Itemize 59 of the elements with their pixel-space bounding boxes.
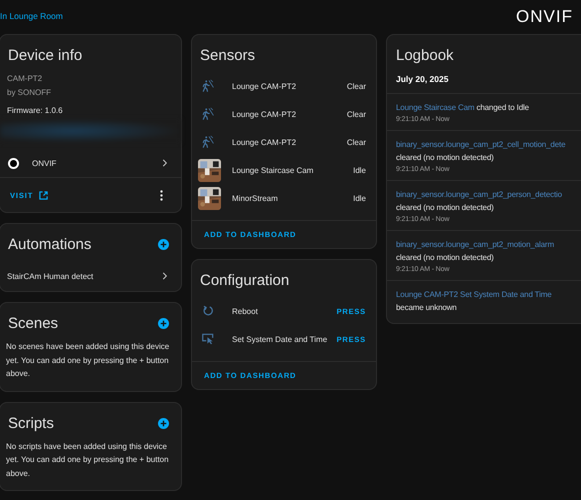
walking-person-icon	[201, 135, 215, 149]
external-link-icon	[39, 190, 48, 200]
device-manufacturer: by SONOFF	[6, 87, 52, 99]
more-menu-icon[interactable]	[160, 190, 163, 200]
card-title: Configuration	[200, 272, 290, 289]
chevron-right-icon	[162, 159, 167, 167]
card-title: Automations	[8, 236, 92, 253]
automation-row[interactable]: StairCAm Human detect	[0, 261, 181, 291]
log-message: cleared (no motion detected)	[396, 253, 494, 262]
add-button[interactable]	[158, 239, 169, 250]
entity-name: Reboot	[232, 306, 259, 316]
sensor-row[interactable]: Lounge CAM-PT2 Clear	[192, 72, 376, 100]
log-message: changed to Idle	[476, 103, 529, 112]
entity-name: MinorStream	[232, 194, 279, 202]
sensor-row[interactable]: Lounge CAM-PT2 Clear	[192, 128, 376, 156]
walking-person-icon	[201, 79, 215, 93]
entity-name: Lounge Staircase Cam	[232, 166, 314, 174]
brand-logo: ONVIF	[516, 7, 573, 27]
log-message: cleared (no motion detected)	[396, 203, 494, 212]
entity-link[interactable]: Lounge CAM-PT2 Set System Date and Time	[396, 290, 552, 299]
card-title: Logbook	[396, 47, 454, 64]
automation-name: StairCAm Human detect	[7, 272, 94, 280]
card-title: Scenes	[8, 315, 58, 332]
entity-link[interactable]: binary_sensor.lounge_cam_pt2_cell_motion_dete	[396, 140, 566, 149]
area-link[interactable]: In Lounge Room	[0, 11, 63, 21]
integration-row[interactable]: ONVIF	[0, 149, 181, 178]
entity-state: Clear	[346, 82, 366, 90]
entity-name: Lounge CAM-PT2	[232, 82, 298, 90]
card-title: Scripts	[8, 414, 54, 432]
firmware-version: Firmware: 1.0.6	[6, 105, 64, 115]
add-button[interactable]	[158, 318, 169, 329]
log-message: became unknown	[396, 303, 457, 312]
restart-icon	[201, 304, 215, 318]
device-model: CAM-PT2	[6, 73, 44, 85]
card-title: Sensors	[200, 47, 256, 64]
monitor-touch-icon	[201, 332, 215, 346]
entity-link[interactable]: Lounge Staircase Cam	[396, 103, 474, 112]
entity-link[interactable]: binary_sensor.lounge_cam_pt2_motion_alarm	[396, 240, 554, 249]
sensor-row[interactable]: Lounge CAM-PT2 Clear	[192, 100, 376, 128]
entity-state: Idle	[353, 194, 366, 202]
log-message: cleared (no motion detected)	[396, 153, 494, 162]
empty-message: No scripts have been added using this device yet. You can add one by pressing the + button above.	[5, 440, 170, 480]
entity-state: Clear	[346, 110, 366, 118]
sensor-row[interactable]: Lounge Staircase Cam Idle	[192, 156, 376, 184]
empty-message: No scenes have been added using this device yet. You can add one by pressing the + button above.	[5, 341, 170, 380]
entity-name: Lounge CAM-PT2	[232, 110, 298, 118]
sensor-row[interactable]: MinorStream Idle	[192, 184, 376, 212]
entity-name: Lounge CAM-PT2	[232, 138, 298, 146]
integration-name: ONVIF	[32, 158, 58, 168]
chevron-right-icon	[162, 272, 167, 280]
entity-name: Set System Date and Time	[232, 334, 328, 344]
date-heading: July 20, 2025	[387, 72, 581, 94]
card-title: Device info	[8, 47, 82, 64]
entity-link[interactable]: binary_sensor.lounge_cam_pt2_person_detectio	[396, 190, 562, 199]
entity-state: Clear	[346, 138, 366, 146]
walking-person-icon	[201, 107, 215, 121]
entity-state: Idle	[353, 166, 366, 174]
add-button[interactable]	[158, 418, 169, 428]
ring-icon	[8, 158, 19, 168]
